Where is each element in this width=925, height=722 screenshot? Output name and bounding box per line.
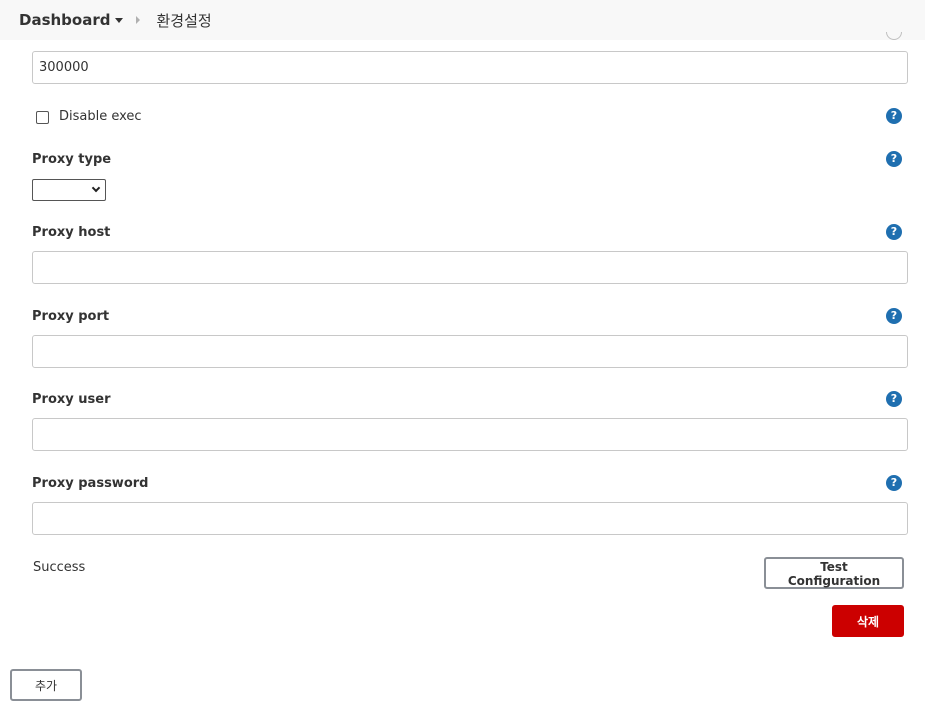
add-button[interactable]: 추가 xyxy=(10,669,82,701)
timeout-input[interactable] xyxy=(32,51,908,84)
proxy-password-label: Proxy password xyxy=(32,476,149,491)
proxy-user-label: Proxy user xyxy=(32,392,111,407)
chevron-down-icon xyxy=(91,183,101,193)
proxy-user-input[interactable] xyxy=(32,418,908,451)
proxy-type-label: Proxy type xyxy=(32,152,112,167)
proxy-host-input[interactable] xyxy=(32,251,908,284)
proxy-port-label: Proxy port xyxy=(32,309,110,324)
help-icon[interactable] xyxy=(886,32,902,40)
disable-exec-checkbox[interactable] xyxy=(36,111,49,124)
help-icon[interactable]: ? xyxy=(886,108,902,124)
help-icon[interactable]: ? xyxy=(886,475,902,491)
disable-exec-label: Disable exec xyxy=(59,109,142,124)
breadcrumb-dashboard[interactable]: Dashboard xyxy=(19,11,124,29)
breadcrumb-dashboard-label: Dashboard xyxy=(19,11,111,29)
help-icon[interactable]: ? xyxy=(886,391,902,407)
breadcrumb-bar: Dashboard 환경설정 xyxy=(0,0,925,40)
help-icon[interactable]: ? xyxy=(886,151,902,167)
help-icon[interactable]: ? xyxy=(886,308,902,324)
chevron-right-icon xyxy=(136,16,141,24)
test-status-text: Success xyxy=(33,560,86,575)
test-configuration-button[interactable]: Test Configuration xyxy=(764,557,904,589)
proxy-password-input[interactable] xyxy=(32,502,908,535)
proxy-host-label: Proxy host xyxy=(32,225,111,240)
proxy-port-input[interactable] xyxy=(32,335,908,368)
delete-button[interactable]: 삭제 xyxy=(832,605,904,637)
help-icon[interactable]: ? xyxy=(886,224,902,240)
caret-down-icon[interactable] xyxy=(115,17,124,23)
proxy-type-select[interactable] xyxy=(32,179,106,201)
breadcrumb-current: 환경설정 xyxy=(156,11,212,30)
